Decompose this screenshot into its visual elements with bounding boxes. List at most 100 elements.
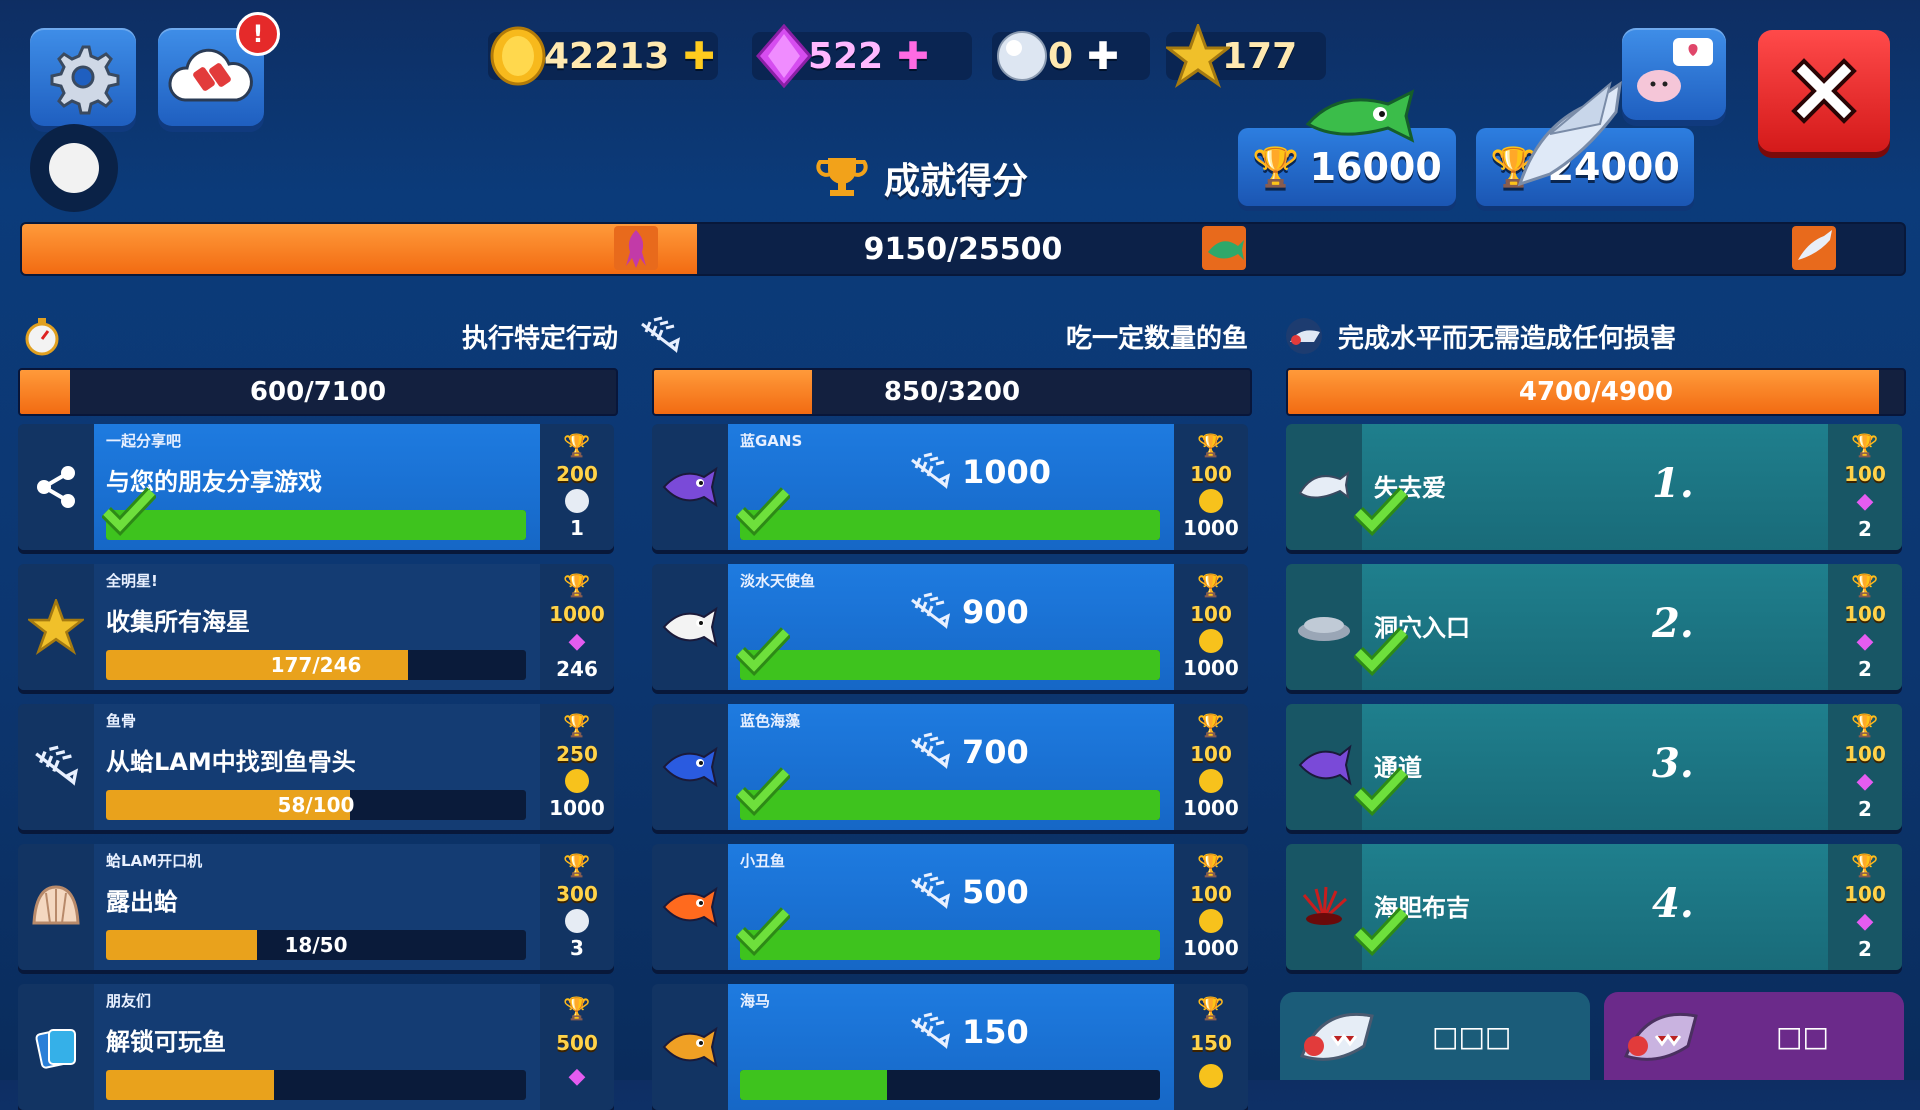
trophy-value: 100 (1190, 881, 1232, 906)
fishbone-icon (911, 1012, 951, 1050)
reward-value: 1 (570, 516, 584, 541)
card-reward: 🏆 100 1000 (1174, 424, 1248, 550)
reward-value: 3 (570, 936, 584, 961)
main-progress-bar: 9150/25500 (20, 222, 1906, 276)
fish-goal: 150 (908, 1012, 1029, 1052)
reward-value: 1000 (549, 796, 605, 821)
pearl-icon (565, 489, 589, 514)
trophy-icon: 🏆 (1851, 713, 1879, 739)
trophy-value: 100 (1844, 601, 1886, 626)
card-subtitle: 小丑鱼 (740, 852, 786, 870)
gem-icon: ◆ (568, 628, 586, 654)
card-subtitle: 蛤LAM开口机 (106, 852, 203, 870)
axolotl-chat-icon (1637, 38, 1713, 102)
notification-badge: ! (236, 12, 280, 56)
trophy-icon: 🏆 (563, 996, 591, 1022)
gems-value: 522 (808, 35, 884, 77)
coin-icon (565, 769, 589, 794)
level-thumb-shape (1304, 617, 1344, 633)
card-progress-bar (106, 510, 526, 540)
coin-icon (1199, 629, 1223, 654)
settings-button[interactable] (30, 28, 136, 126)
action-card-fishbone[interactable]: 鱼骨 从蛤LAM中找到鱼骨头 58/100 🏆 250 1000 (18, 704, 614, 830)
fish-body-shape (662, 466, 718, 508)
fish-pupil (699, 901, 703, 905)
card-reward: 🏆 100 ◆ 2 (1828, 704, 1902, 830)
level-number: 3. (1652, 740, 1694, 787)
level-card[interactable]: 海胆布吉 4. 🏆 100 ◆ 2 (1286, 844, 1902, 970)
stopwatch-icon (25, 318, 59, 356)
gem-icon: ◆ (1856, 488, 1874, 514)
tab-shark-1[interactable]: □□□ (1280, 992, 1590, 1080)
reward-value: 2 (1858, 516, 1872, 541)
trophy-icon: 🏆 (563, 853, 591, 879)
tab-shark-2[interactable]: □□ (1604, 992, 1904, 1080)
fish-card[interactable]: 小丑鱼 500 🏆 100 1000 (652, 844, 1248, 970)
fish-card[interactable]: 海马 150 🏆 150 (652, 984, 1248, 1110)
gems-counter: 522 ✚ (752, 24, 972, 88)
coin-icon (1199, 769, 1223, 794)
clam-icon (18, 844, 94, 970)
level-card[interactable]: 洞穴入口 2. 🏆 100 ◆ 2 (1286, 564, 1902, 690)
gem-icon: ◆ (568, 1063, 586, 1089)
action-card-clam[interactable]: 蛤LAM开口机 露出蛤 18/50 🏆 300 3 (18, 844, 614, 970)
level-number: 1. (1652, 460, 1694, 507)
level-card[interactable]: 通道 3. 🏆 100 ◆ 2 (1286, 704, 1902, 830)
card-progress-bar (740, 930, 1160, 960)
fish-pupil (699, 621, 703, 625)
fish-body-shape (662, 606, 718, 648)
reward-value: 246 (556, 656, 598, 681)
fish-card[interactable]: 蓝色海藻 700 🏆 100 1000 (652, 704, 1248, 830)
fish-goal-value: 500 (962, 873, 1029, 911)
fish-body-shape (662, 746, 718, 788)
milestone-flying-fish-icon (1792, 226, 1836, 270)
action-card-unlock[interactable]: 朋友们 解锁可玩鱼 🏆 500 ◆ (18, 984, 614, 1110)
toggle-indicator[interactable] (30, 124, 118, 212)
level-thumbnail-icon (1286, 704, 1362, 830)
level-thumb-shape (1298, 470, 1350, 500)
trophy-icon: 🏆 (1197, 853, 1225, 879)
green-fish-icon (1305, 89, 1415, 143)
gem-icon: ◆ (1856, 628, 1874, 654)
card-reward: 🏆 100 1000 (1174, 844, 1248, 970)
fish-pupil (699, 1041, 703, 1045)
action-card-share[interactable]: 一起分享吧 与您的朋友分享游戏 🏆 200 1 (18, 424, 614, 550)
card-progress-fill (740, 790, 1160, 820)
levels-progress-bar: 4700/4900 (1286, 368, 1906, 416)
fish-card[interactable]: 淡水天使鱼 900 🏆 100 1000 (652, 564, 1248, 690)
card-subtitle: 淡水天使鱼 (740, 572, 816, 590)
action-card-starfish[interactable]: 全明星! 收集所有海星 177/246 🏆 1000 ◆ 246 (18, 564, 614, 690)
add-coins-button[interactable]: ✚ (683, 34, 715, 78)
fish-goal: 500 (908, 872, 1029, 912)
card-title: 收集所有海星 (106, 608, 250, 636)
fish-goal: 1000 (908, 452, 1051, 492)
levels-progress-text: 4700/4900 (1518, 377, 1674, 407)
check-icon (736, 627, 790, 677)
trophy-icon: 🏆 (563, 713, 591, 739)
gem-icon (756, 24, 812, 88)
check-icon (1354, 487, 1408, 537)
gem-icon: ◆ (1856, 768, 1874, 794)
reward-value: 1000 (1183, 516, 1239, 541)
card-reward: 🏆 1000 ◆ 246 (540, 564, 614, 690)
column-title: 完成水平而无需造成任何损害 (1338, 323, 1677, 354)
level-card[interactable]: 失去爱 1. 🏆 100 ◆ 2 (1286, 424, 1902, 550)
trophy-value: 100 (1190, 601, 1232, 626)
shark-icon (1624, 1012, 1698, 1061)
fish-goal-value: 900 (962, 593, 1029, 631)
add-pearls-button[interactable]: ✚ (1087, 34, 1119, 78)
card-reward: 🏆 300 3 (540, 844, 614, 970)
add-gems-button[interactable]: ✚ (897, 34, 929, 78)
card-title: 露出蛤 (106, 888, 178, 916)
fish-card[interactable]: 蓝GANS 1000 🏆 100 1000 (652, 424, 1248, 550)
starfish-icon (18, 564, 94, 690)
card-subtitle: 蓝色海藻 (740, 712, 801, 730)
close-button[interactable] (1758, 30, 1890, 152)
column-header-levels: 完成水平而无需造成任何损害 (1282, 310, 1902, 362)
trophy-icon (816, 158, 868, 196)
card-progress-bar (740, 510, 1160, 540)
fish-icon (652, 844, 728, 970)
level-thumb-shape (1306, 913, 1342, 925)
trophy-icon: 🏆 (1197, 713, 1225, 739)
card-subtitle: 海马 (740, 992, 771, 1010)
